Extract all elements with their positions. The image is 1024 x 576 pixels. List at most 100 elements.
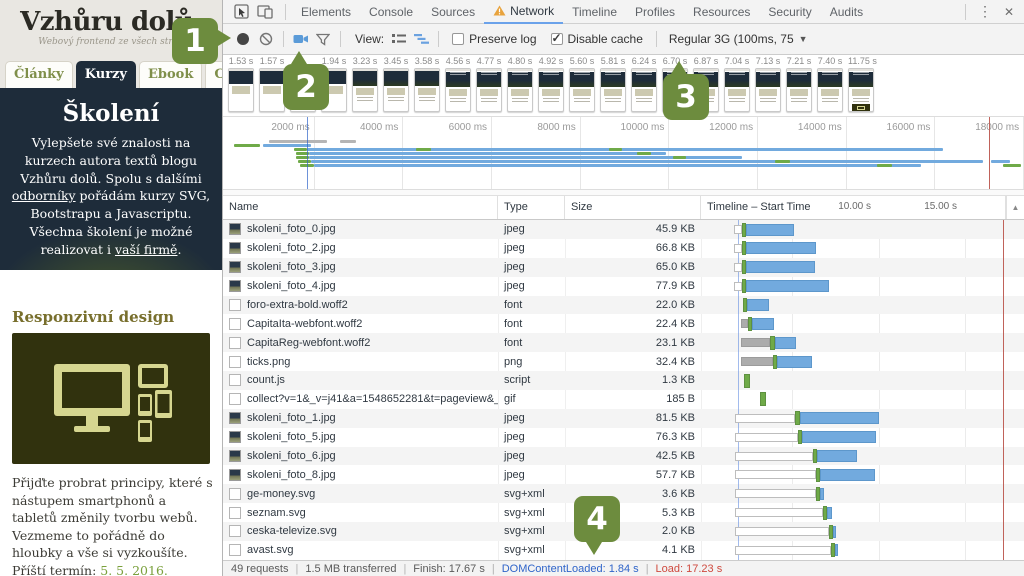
tab-timeline[interactable]: Timeline bbox=[563, 0, 626, 24]
request-size: 1.3 KB bbox=[565, 374, 701, 386]
filmstrip-frame[interactable] bbox=[848, 68, 874, 112]
tab-resources[interactable]: Resources bbox=[684, 0, 759, 24]
checkbox-unchecked[interactable] bbox=[452, 33, 464, 45]
site-tab-ebook[interactable]: Ebook bbox=[139, 61, 202, 88]
filmstrip-time: 3.45 s bbox=[383, 55, 409, 67]
request-name: skoleni_foto_3.jpg bbox=[247, 261, 336, 273]
view-label: View: bbox=[355, 32, 384, 46]
request-row[interactable]: skoleni_foto_2.jpgjpeg66.8 KB bbox=[223, 239, 1024, 258]
hero-link[interactable]: odborníky bbox=[12, 188, 76, 203]
request-row[interactable]: skoleni_foto_8.jpgjpeg57.7 KB bbox=[223, 465, 1024, 484]
request-row[interactable]: skoleni_foto_0.jpgjpeg45.9 KB bbox=[223, 220, 1024, 239]
filmstrip-frame[interactable] bbox=[724, 68, 750, 112]
filmstrip-time: 1.53 s bbox=[228, 55, 254, 67]
checkbox-checked[interactable] bbox=[551, 33, 563, 45]
request-row[interactable]: count.jsscript1.3 KB bbox=[223, 371, 1024, 390]
tab-console[interactable]: Console bbox=[360, 0, 422, 24]
request-row[interactable]: ge-money.svgsvg+xml3.6 KB bbox=[223, 484, 1024, 503]
filmstrip-frame[interactable] bbox=[259, 68, 285, 112]
site-tab-kurzy[interactable]: Kurzy bbox=[76, 61, 136, 88]
filmstrip-frame[interactable] bbox=[228, 68, 254, 112]
waterfall-segment-wait bbox=[734, 282, 742, 291]
filmstrip-frame[interactable] bbox=[755, 68, 781, 112]
request-row[interactable]: seznam.svgsvg+xml5.3 KB bbox=[223, 503, 1024, 522]
waterfall-segment-green bbox=[760, 392, 766, 406]
tab-audits[interactable]: Audits bbox=[821, 0, 872, 24]
frame-hero bbox=[477, 72, 501, 87]
site-tab-checklist[interactable]: Checklist bbox=[205, 61, 222, 88]
request-row[interactable]: skoleni_foto_6.jpgjpeg42.5 KB bbox=[223, 447, 1024, 466]
network-overview[interactable]: 2000 ms4000 ms6000 ms8000 ms10000 ms1200… bbox=[223, 117, 1024, 190]
tab-elements[interactable]: Elements bbox=[292, 0, 360, 24]
filmstrip-frame[interactable] bbox=[352, 68, 378, 112]
close-devtools-icon[interactable]: ✕ bbox=[998, 5, 1020, 19]
throttling-dropdown[interactable]: Regular 3G (100ms, 75 ▼ bbox=[669, 32, 808, 46]
view-list-icon[interactable] bbox=[388, 29, 410, 49]
more-options-icon[interactable]: ⋮ bbox=[972, 3, 998, 20]
request-size: 77.9 KB bbox=[565, 280, 701, 292]
filmstrip-frame[interactable] bbox=[538, 68, 564, 112]
tab-security[interactable]: Security bbox=[759, 0, 820, 24]
column-header-type[interactable]: Type bbox=[498, 196, 565, 219]
column-header-size[interactable]: Size bbox=[565, 196, 701, 219]
waterfall-segment-green bbox=[795, 411, 799, 425]
request-timeline-cell bbox=[701, 390, 1006, 409]
request-row[interactable]: skoleni_foto_5.jpgjpeg76.3 KB bbox=[223, 428, 1024, 447]
request-type: svg+xml bbox=[498, 488, 565, 500]
request-row[interactable]: CapitaIta-webfont.woff2font22.4 KB bbox=[223, 314, 1024, 333]
tab-network[interactable]: Network bbox=[484, 0, 563, 24]
filmstrip-frame[interactable] bbox=[507, 68, 533, 112]
request-size: 32.4 KB bbox=[565, 356, 701, 368]
hero-link[interactable]: vaší firmě bbox=[115, 242, 177, 257]
request-timeline-cell bbox=[701, 277, 1006, 296]
sort-ascending-icon[interactable]: ▲ bbox=[1012, 203, 1020, 212]
view-waterfall-icon[interactable] bbox=[410, 29, 432, 49]
section-paragraph: Přijďte probrat principy, které s nástup… bbox=[12, 474, 214, 576]
disable-cache-checkbox[interactable]: Disable cache bbox=[551, 32, 643, 46]
request-row[interactable]: ticks.pngpng32.4 KB bbox=[223, 352, 1024, 371]
site-tab-články[interactable]: Články bbox=[5, 61, 73, 88]
table-header: Name Type Size Timeline – Start Time 10.… bbox=[223, 196, 1024, 220]
frame-header bbox=[477, 69, 501, 71]
request-name-cell: collect?v=1&_v=j41&a=1548652281&t=pagevi… bbox=[223, 393, 498, 405]
request-row[interactable]: ceska-televize.svgsvg+xml2.0 KB bbox=[223, 522, 1024, 541]
column-header-timeline[interactable]: Timeline – Start Time 10.00 s 15.00 s bbox=[701, 196, 1006, 219]
request-row[interactable]: skoleni_foto_3.jpgjpeg65.0 KB bbox=[223, 258, 1024, 277]
request-row[interactable]: avast.svgsvg+xml4.1 KB bbox=[223, 541, 1024, 560]
request-row[interactable]: skoleni_foto_4.jpgjpeg77.9 KB bbox=[223, 277, 1024, 296]
request-name-cell: skoleni_foto_3.jpg bbox=[223, 261, 498, 273]
timeline-header-label: Timeline – Start Time bbox=[707, 201, 811, 213]
filmstrip-time: 7.21 s bbox=[786, 55, 812, 67]
image-thumbnail-icon bbox=[229, 450, 241, 462]
filmstrip-camera-icon[interactable] bbox=[290, 29, 312, 49]
inspect-element-icon[interactable] bbox=[231, 3, 251, 21]
device-toolbar-icon[interactable] bbox=[255, 3, 275, 21]
filmstrip-column: 5.81 s bbox=[600, 55, 626, 112]
filmstrip-frame[interactable] bbox=[817, 68, 843, 112]
filmstrip-frame[interactable] bbox=[383, 68, 409, 112]
filmstrip-frame[interactable] bbox=[445, 68, 471, 112]
tab-sources[interactable]: Sources bbox=[422, 0, 484, 24]
filmstrip-frame[interactable] bbox=[414, 68, 440, 112]
overview-tick-label: 16000 ms bbox=[848, 122, 930, 133]
filmstrip-time: 3.23 s bbox=[352, 55, 378, 67]
filmstrip-frame[interactable] bbox=[786, 68, 812, 112]
filmstrip-frame[interactable] bbox=[631, 68, 657, 112]
date-link[interactable]: 5. 5. 2016. bbox=[100, 563, 168, 576]
request-row[interactable]: foro-extra-bold.woff2font22.0 KB bbox=[223, 296, 1024, 315]
request-type: svg+xml bbox=[498, 544, 565, 556]
preserve-log-checkbox[interactable]: Preserve log bbox=[452, 32, 536, 46]
request-row[interactable]: CapitaReg-webfont.woff2font23.1 KB bbox=[223, 333, 1024, 352]
filmstrip-frame[interactable] bbox=[476, 68, 502, 112]
filmstrip-frame[interactable] bbox=[569, 68, 595, 112]
request-size: 57.7 KB bbox=[565, 469, 701, 481]
waterfall-segment-wait bbox=[735, 508, 823, 517]
record-network-log-button[interactable] bbox=[237, 33, 249, 45]
filter-icon[interactable] bbox=[312, 29, 334, 49]
clear-icon[interactable] bbox=[255, 29, 277, 49]
request-row[interactable]: collect?v=1&_v=j41&a=1548652281&t=pagevi… bbox=[223, 390, 1024, 409]
request-row[interactable]: skoleni_foto_1.jpgjpeg81.5 KB bbox=[223, 409, 1024, 428]
tab-profiles[interactable]: Profiles bbox=[626, 0, 684, 24]
filmstrip-frame[interactable] bbox=[600, 68, 626, 112]
column-header-name[interactable]: Name bbox=[223, 196, 498, 219]
